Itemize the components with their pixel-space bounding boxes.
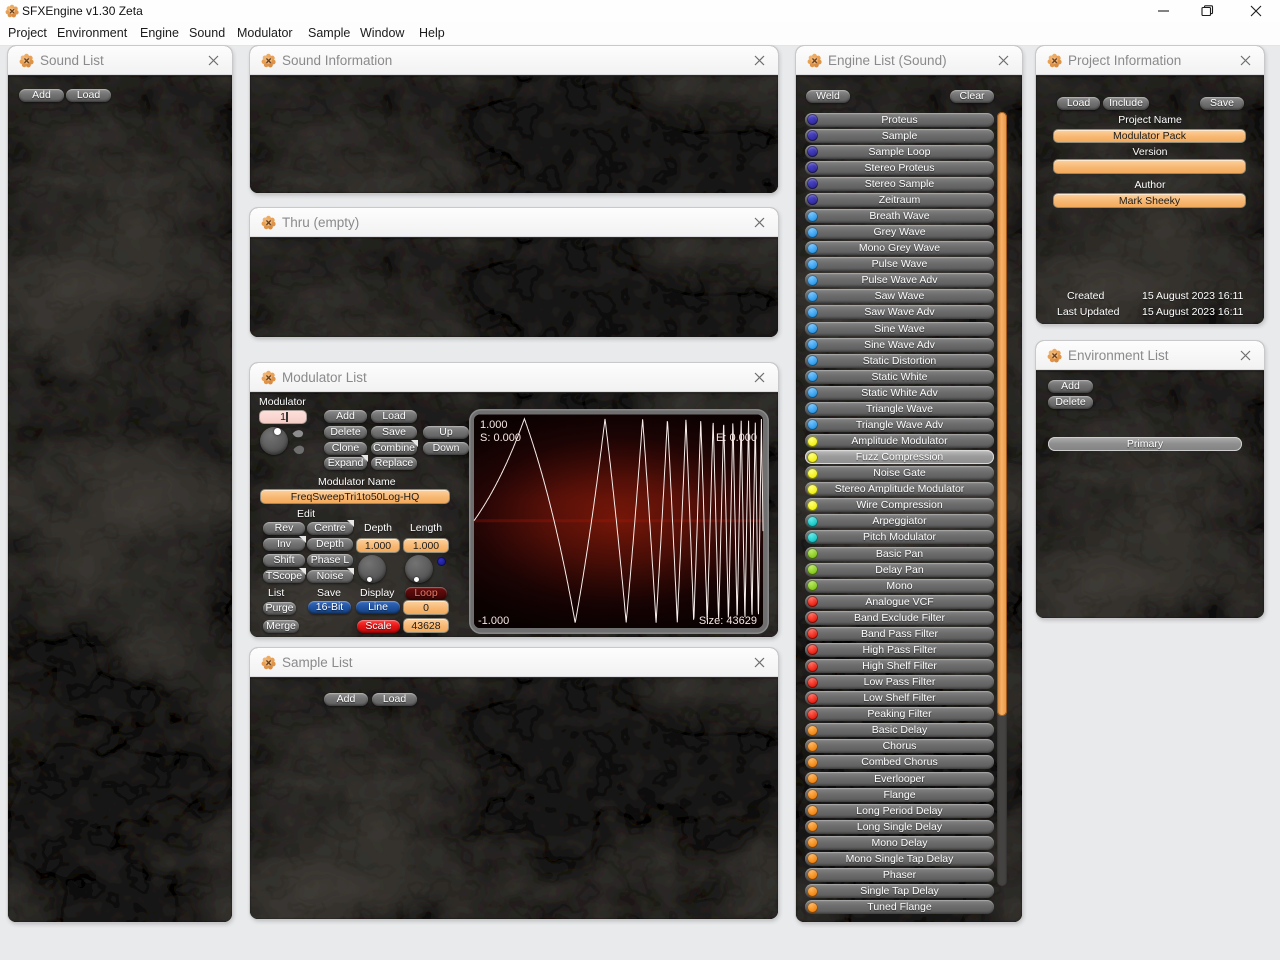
svg-text:S: 0.000: S: 0.000 (480, 432, 521, 444)
svg-text:Size: 43629: Size: 43629 (699, 615, 757, 627)
svg-text:-1.000: -1.000 (478, 615, 509, 627)
svg-text:1.000: 1.000 (480, 419, 508, 431)
svg-text:E: 0.000: E: 0.000 (716, 432, 757, 444)
